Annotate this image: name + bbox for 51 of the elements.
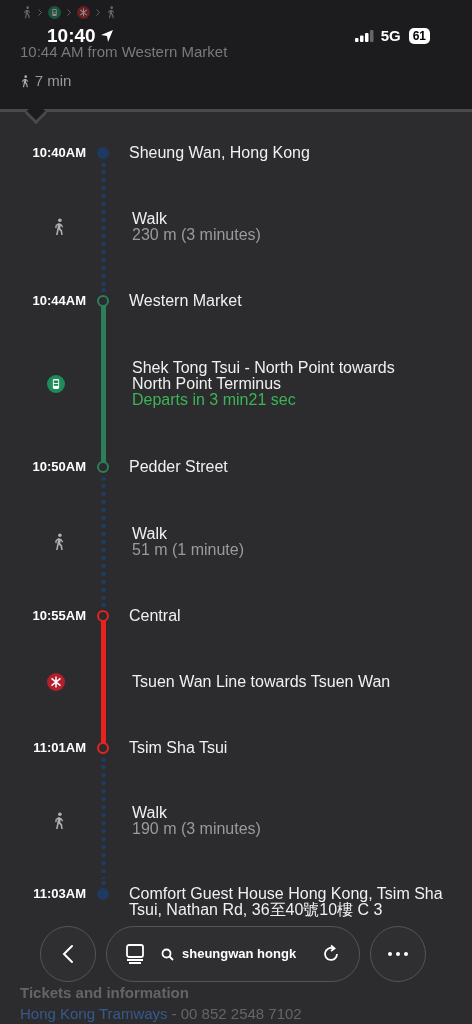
stop-marker-icon [97, 610, 109, 622]
address-bar[interactable]: sheungwan hongk [106, 926, 360, 982]
back-chevron-icon [62, 944, 74, 964]
more-dots-icon [388, 952, 408, 956]
stop-name: Sheung Wan, Hong Kong [128, 143, 310, 161]
metro-logo-icon [47, 673, 65, 691]
stop-name: Tsim Sha Tsui [128, 738, 228, 756]
leg-title: Walk [132, 805, 168, 821]
network-label: 5G [380, 26, 401, 46]
tabs-icon[interactable] [125, 943, 145, 965]
walk-time: 7 min [34, 71, 72, 91]
chevron-icon [37, 9, 42, 16]
location-arrow-icon [99, 29, 114, 44]
stop-marker-icon [97, 461, 109, 473]
reload-icon[interactable] [321, 944, 341, 964]
stop-marker-icon [97, 742, 109, 754]
walk-distance: 51 m (1 minute) [132, 541, 245, 558]
chevron-icon [95, 9, 100, 16]
stop-name: Western Market [128, 291, 242, 309]
walk-distance: 230 m (3 minutes) [132, 227, 261, 243]
stop-name: Pedder Street [128, 457, 228, 475]
walk-distance: 190 m (3 minutes) [132, 821, 261, 837]
tram-icon [47, 6, 61, 19]
stop-time: 10:55AM [31, 607, 86, 625]
walking-person-icon [20, 74, 30, 88]
walking-person-icon [105, 6, 116, 19]
chevron-icon [66, 9, 71, 16]
leg-title: Walk [132, 211, 168, 227]
battery-level: 61 [408, 28, 430, 45]
stop-time: 11:01AM [32, 739, 86, 757]
section-heading: Tickets and information [20, 984, 190, 1002]
stop-marker-icon [97, 888, 109, 900]
signal-icon [354, 30, 375, 43]
stop-time: 11:03AM [32, 885, 86, 903]
stop-name: Central [128, 606, 181, 624]
stop-marker-icon [97, 295, 109, 307]
phone-number: - 00 852 2548 7102 [171, 1005, 302, 1023]
tram-icon [47, 375, 65, 393]
departure-countdown: Departs in 3 min21 sec [132, 392, 297, 408]
walking-person-icon [22, 6, 32, 19]
metro-logo-icon [76, 6, 90, 19]
stop-time: 10:40AM [31, 144, 86, 162]
url-text: sheungwan hongk [182, 945, 297, 964]
stop-time: 10:44AM [31, 292, 86, 310]
stop-marker-icon [97, 147, 109, 159]
leg-title: Shek Tong Tsui - North Point towards North Point Terminus [132, 360, 396, 392]
leg-title: Walk [132, 525, 168, 542]
search-icon [161, 947, 174, 961]
stop-time: 10:50AM [31, 458, 86, 476]
stop-name: Comfort Guest House Hong Kong, Tsim Sha Tsui, Nathan Rd, 36至40號10樓 C 3 [128, 884, 444, 918]
leg-title: Tsuen Wan Line towards Tsuen Wan [132, 674, 391, 690]
